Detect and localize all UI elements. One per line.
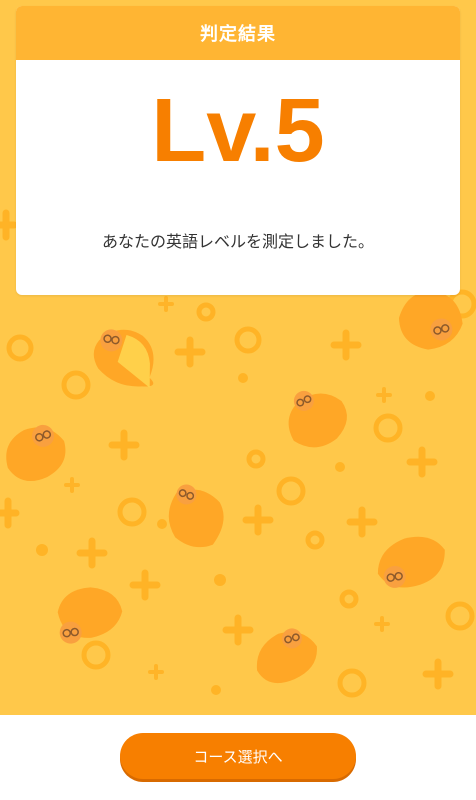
plus-shape — [108, 429, 140, 461]
circle-shape — [196, 302, 216, 322]
plus-shape — [346, 506, 378, 538]
plus-shape — [242, 504, 274, 536]
result-card: 判定結果 Lv.5 あなたの英語レベルを測定しました。 — [16, 6, 460, 295]
plus-shape — [64, 477, 80, 493]
plus-shape — [406, 446, 438, 478]
dot-shape — [157, 519, 167, 529]
bird-character-icon — [256, 628, 317, 684]
plus-shape — [0, 497, 20, 529]
plus-shape — [422, 658, 454, 690]
plus-shape — [0, 209, 18, 241]
plus-shape — [76, 537, 108, 569]
plus-shape — [222, 614, 254, 646]
plus-shape — [174, 336, 206, 368]
result-card-header: 判定結果 — [16, 6, 460, 60]
circle-shape — [276, 476, 306, 506]
bird-character-icon — [288, 390, 347, 448]
plus-shape — [376, 387, 392, 403]
bird-character-icon — [57, 587, 123, 644]
bird-character-icon — [168, 484, 224, 548]
result-title: 判定結果 — [200, 24, 276, 45]
circle-shape — [339, 589, 359, 609]
dot-shape — [36, 544, 48, 556]
dot-shape — [425, 391, 435, 401]
plus-shape — [330, 329, 362, 361]
dot-shape — [214, 574, 226, 586]
circle-shape — [61, 370, 91, 400]
circle-shape — [81, 640, 111, 670]
level-display: Lv.5 — [151, 81, 325, 181]
result-message: あなたの英語レベルを測定しました。 — [101, 232, 374, 251]
circle-shape — [445, 601, 475, 631]
dot-shape — [211, 685, 221, 695]
plus-shape — [158, 296, 174, 312]
dot-shape — [238, 373, 248, 383]
course-select-button[interactable]: コース選択へ — [120, 733, 356, 779]
plus-shape — [129, 569, 161, 601]
circle-shape — [246, 449, 266, 469]
circle-shape — [6, 334, 34, 362]
circle-shape — [373, 413, 403, 443]
circle-shape — [234, 326, 262, 354]
circle-shape — [117, 497, 147, 527]
bird-character-icon — [93, 329, 154, 388]
circle-shape — [337, 668, 367, 698]
dot-shape — [335, 462, 345, 472]
plus-shape — [148, 664, 164, 680]
circle-shape — [305, 530, 325, 550]
bird-character-icon — [377, 536, 445, 588]
plus-shape — [374, 616, 390, 632]
bird-character-icon — [6, 424, 66, 482]
